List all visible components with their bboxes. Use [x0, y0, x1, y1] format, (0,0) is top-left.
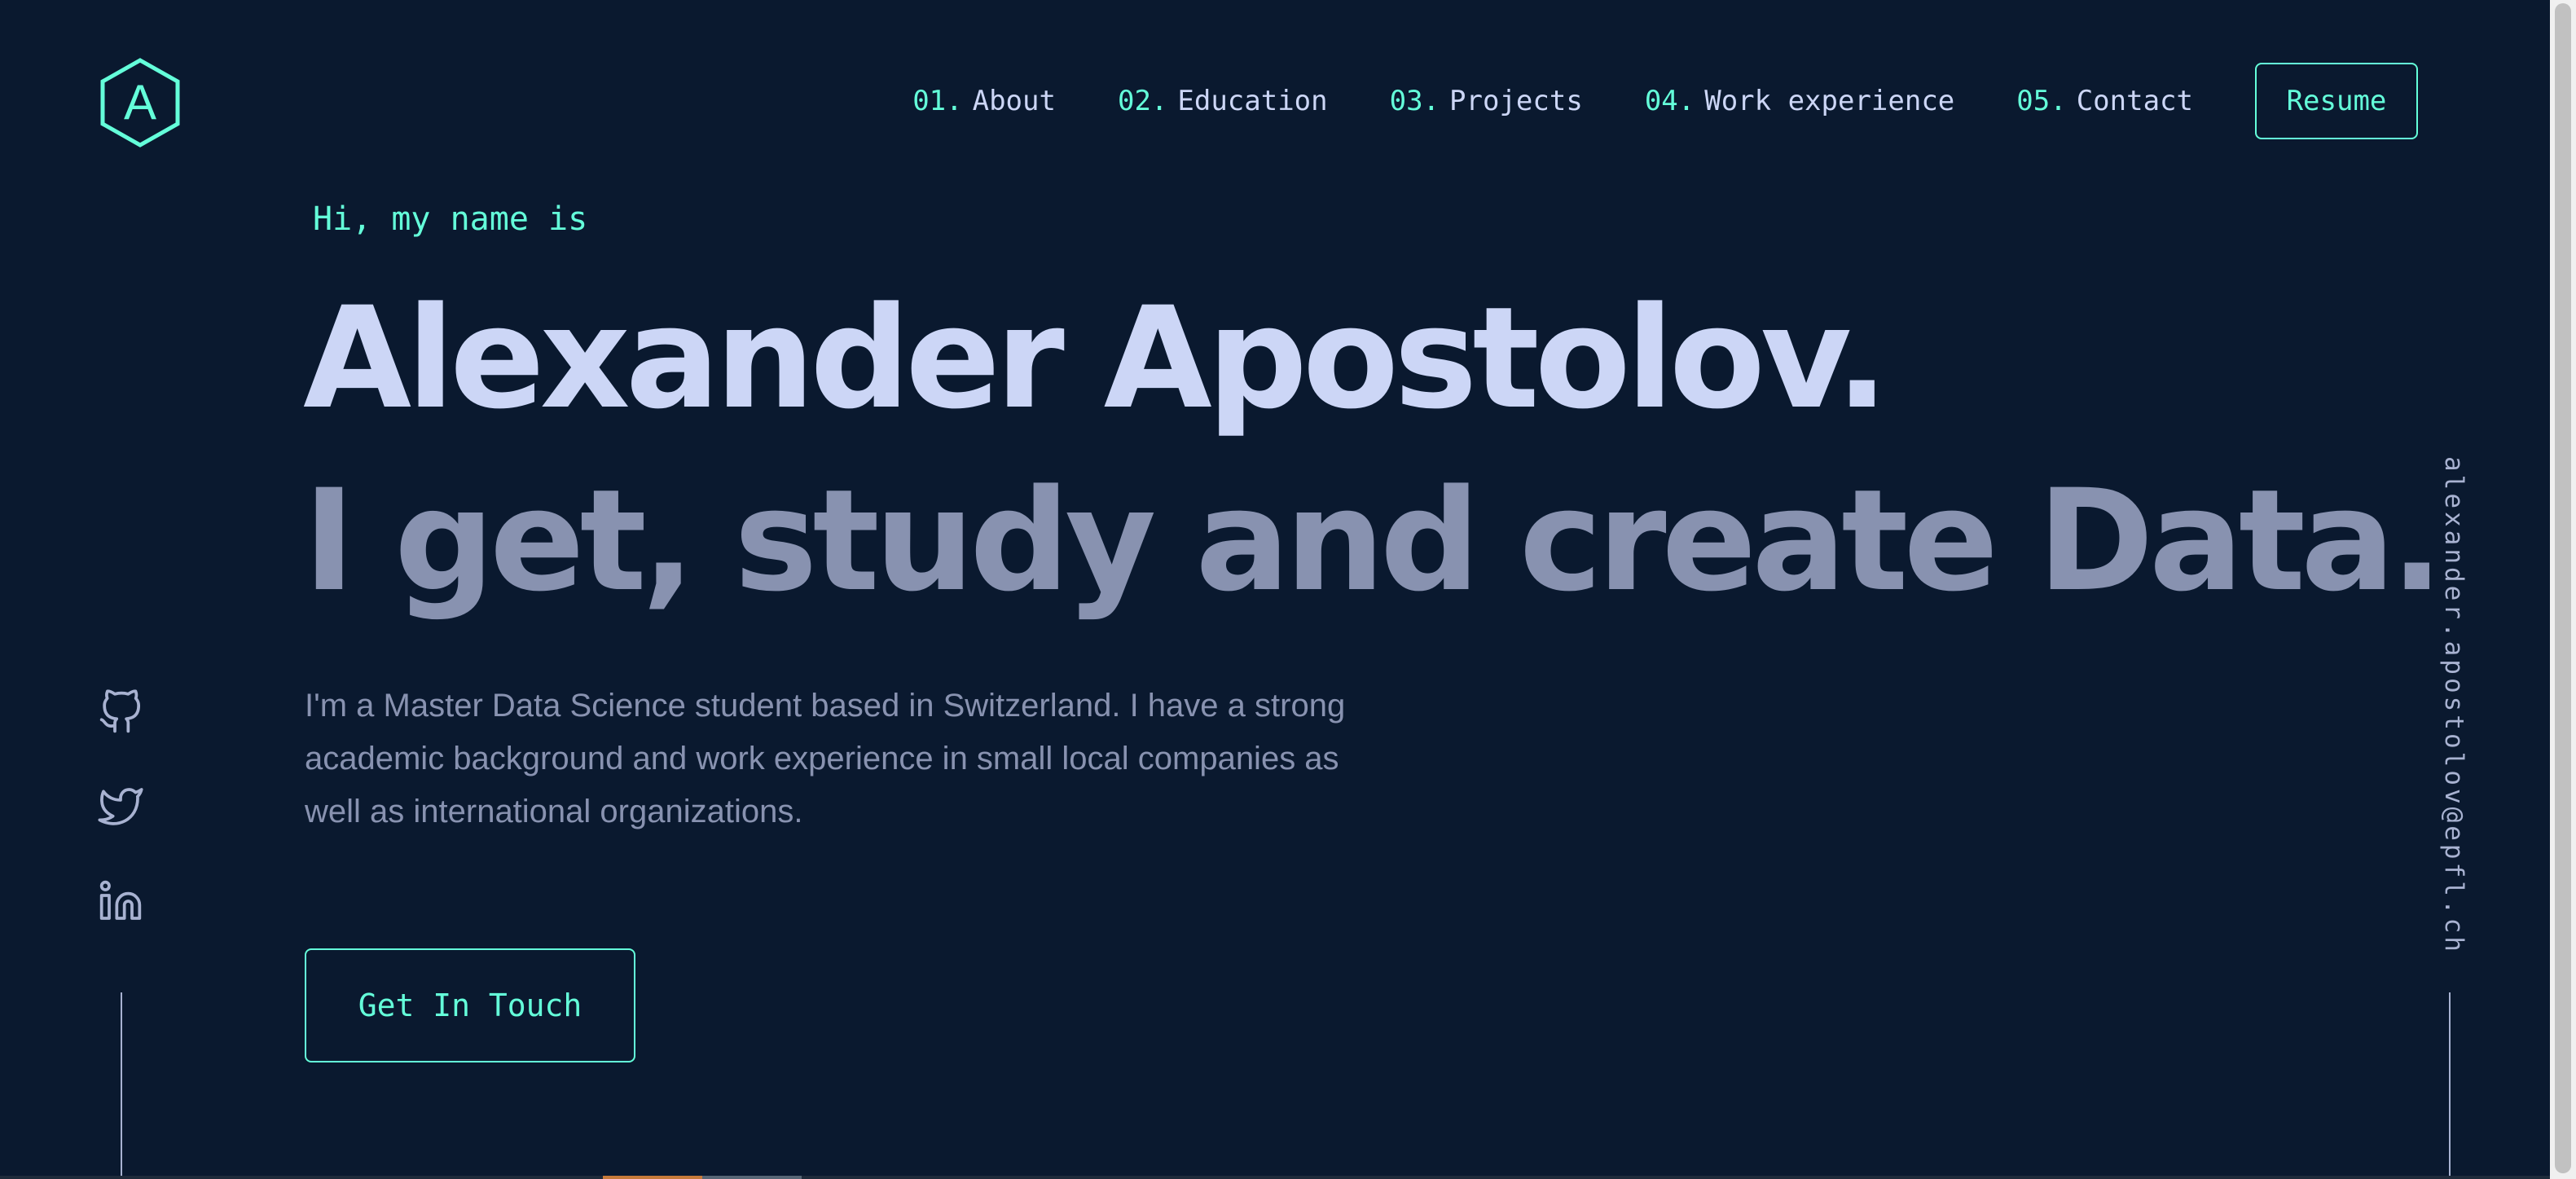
- bottom-strip: [0, 1176, 2550, 1179]
- strip-segment: [603, 1176, 702, 1179]
- scrollbar-thumb[interactable]: [2555, 3, 2571, 1173]
- nav-label: Projects: [1449, 85, 1583, 117]
- site-header: A 01. About 02. Education 03. Projects 0…: [0, 0, 2550, 204]
- hero-description: I'm a Master Data Science student based …: [305, 688, 1346, 829]
- social-divider-line: [121, 992, 122, 1179]
- main-nav: 01. About 02. Education 03. Projects 04.…: [912, 59, 2550, 143]
- github-icon: [99, 689, 141, 733]
- logo[interactable]: A: [98, 57, 182, 148]
- nav-item-contact[interactable]: 05. Contact: [2016, 85, 2193, 117]
- nav-number: 01.: [912, 85, 963, 117]
- nav-label: Work experience: [1704, 85, 1955, 117]
- hero-name: Alexander Apostolov.: [303, 276, 1888, 440]
- nav-label: About: [972, 85, 1056, 117]
- get-in-touch-button[interactable]: Get In Touch: [305, 948, 635, 1062]
- resume-button[interactable]: Resume: [2255, 63, 2418, 139]
- twitter-icon: [98, 788, 143, 825]
- linkedin-icon: [99, 880, 142, 920]
- linkedin-link[interactable]: [98, 878, 147, 927]
- nav-item-education[interactable]: 02. Education: [1118, 85, 1328, 117]
- hero-intro: Hi, my name is: [313, 200, 588, 238]
- nav-item-about[interactable]: 01. About: [912, 85, 1056, 117]
- nav-number: 04.: [1644, 85, 1695, 117]
- email-link[interactable]: alexander.apostolov@epfl.ch: [2439, 456, 2468, 955]
- nav-label: Education: [1177, 85, 1328, 117]
- nav-number: 03.: [1389, 85, 1440, 117]
- twitter-link[interactable]: [98, 784, 147, 833]
- email-divider-line: [2449, 992, 2451, 1179]
- nav-item-projects[interactable]: 03. Projects: [1390, 85, 1583, 117]
- strip-segment: [702, 1176, 802, 1179]
- vertical-scrollbar[interactable]: [2550, 0, 2576, 1179]
- nav-number: 05.: [2016, 85, 2067, 117]
- nav-label: Contact: [2076, 85, 2193, 117]
- logo-letter: A: [123, 75, 157, 130]
- social-links: [98, 689, 147, 973]
- github-link[interactable]: [98, 689, 147, 738]
- nav-item-work-experience[interactable]: 04. Work experience: [1645, 85, 1954, 117]
- hero-tagline: I get, study and create Data.: [303, 459, 2444, 622]
- nav-number: 02.: [1117, 85, 1168, 117]
